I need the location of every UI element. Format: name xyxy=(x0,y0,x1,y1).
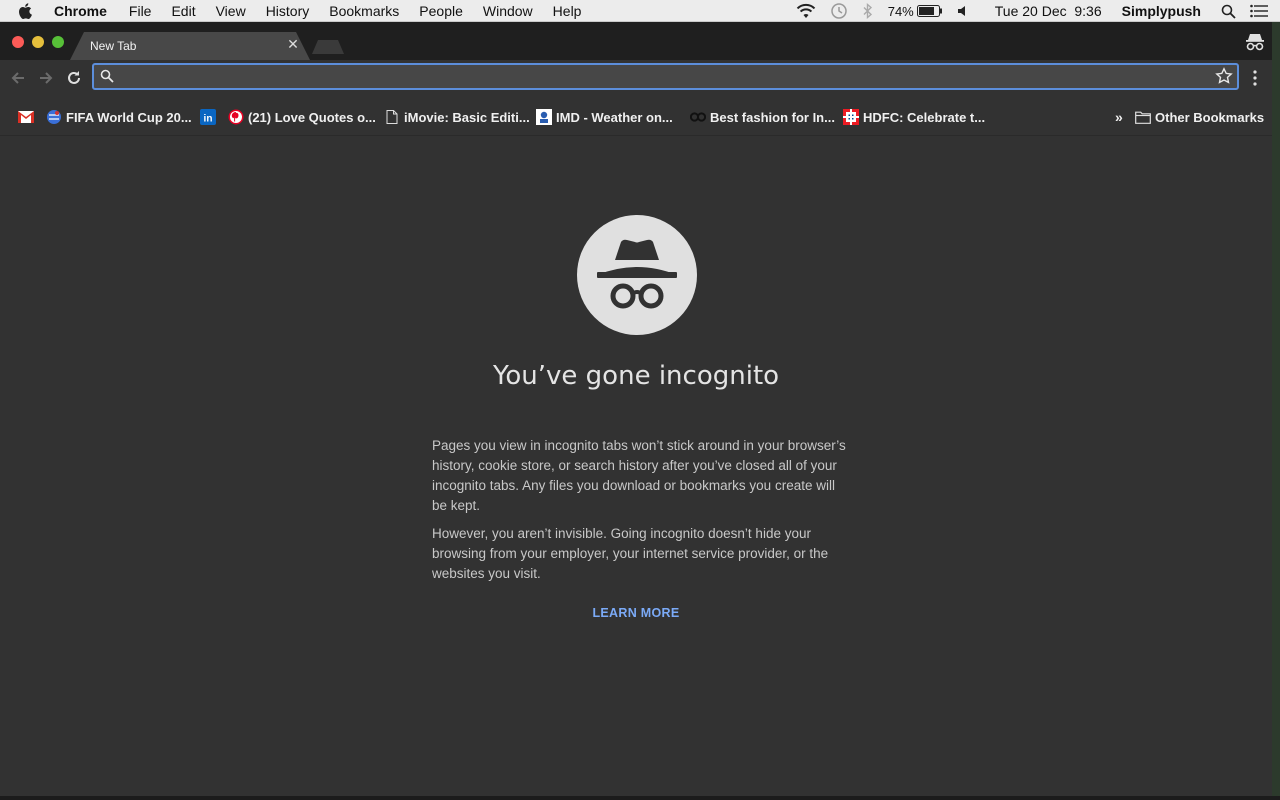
macos-menu-bar: Chrome File Edit View History Bookmarks … xyxy=(0,0,1280,22)
bookmark-pinterest[interactable]: (21) Love Quotes o... xyxy=(228,108,376,126)
omnibox-input[interactable] xyxy=(124,65,1204,88)
other-bookmarks-label: Other Bookmarks xyxy=(1155,109,1265,125)
bluetooth-icon[interactable] xyxy=(862,3,874,19)
svg-text:in: in xyxy=(204,114,213,125)
minimize-window-button[interactable] xyxy=(32,36,44,48)
incognito-warning: However, you aren’t invisible. Going inc… xyxy=(432,526,829,581)
chrome-menu-icon[interactable] xyxy=(1248,69,1262,87)
tab-new-tab[interactable]: New Tab ✕ xyxy=(70,32,310,60)
spotlight-icon[interactable] xyxy=(1221,4,1236,19)
gmail-icon xyxy=(18,109,34,125)
menu-window[interactable]: Window xyxy=(483,3,533,19)
time-machine-icon[interactable] xyxy=(830,2,848,20)
notification-center-icon[interactable] xyxy=(1250,4,1268,18)
menu-people[interactable]: People xyxy=(419,3,463,19)
back-arrow-icon xyxy=(11,72,24,84)
browser-window: New Tab ✕ FIFA World Cup 20... in (21) L… xyxy=(0,22,1272,796)
folder-icon xyxy=(1135,109,1151,125)
omnibox[interactable] xyxy=(92,63,1239,90)
wifi-icon[interactable] xyxy=(796,3,816,19)
tab-title: New Tab xyxy=(90,39,137,53)
bookmark-label: IMD - Weather on... xyxy=(556,109,673,125)
close-tab-icon[interactable]: ✕ xyxy=(285,36,301,52)
bookmark-imovie[interactable]: iMovie: Basic Editi... xyxy=(384,108,530,126)
bookmarks-bar: FIFA World Cup 20... in (21) Love Quotes… xyxy=(0,96,1272,136)
menu-history[interactable]: History xyxy=(266,3,310,19)
volume-icon[interactable] xyxy=(957,4,971,18)
incognito-icon xyxy=(577,215,697,335)
forward-button[interactable] xyxy=(36,68,56,88)
bookmark-label: iMovie: Basic Editi... xyxy=(404,109,530,125)
page-title: You’ve gone incognito xyxy=(492,361,780,391)
hdfc-icon xyxy=(843,109,859,125)
menu-help[interactable]: Help xyxy=(553,3,582,19)
zoom-window-button[interactable] xyxy=(52,36,64,48)
tab-strip: New Tab ✕ xyxy=(0,22,1272,60)
bookmark-linkedin[interactable]: in xyxy=(200,108,220,126)
apple-icon[interactable] xyxy=(18,2,38,19)
menu-app-name[interactable]: Chrome xyxy=(54,3,107,19)
bookmark-label: FIFA World Cup 20... xyxy=(66,109,192,125)
bookmark-gmail[interactable] xyxy=(18,108,38,126)
fifa-icon xyxy=(46,109,62,125)
learn-more-link[interactable]: LEARN MORE xyxy=(0,606,1272,620)
forward-arrow-icon xyxy=(40,72,53,84)
new-tab-button[interactable] xyxy=(312,40,344,54)
bookmark-star-icon[interactable] xyxy=(1215,67,1233,85)
search-icon xyxy=(100,69,114,83)
linkedin-icon: in xyxy=(200,109,216,125)
menubar-clock[interactable]: Tue 20 Dec 9:36 xyxy=(995,3,1102,19)
imd-icon xyxy=(536,109,552,125)
battery-icon xyxy=(916,5,942,17)
battery-percent: 74% xyxy=(887,3,914,19)
menu-file[interactable]: File xyxy=(129,3,152,19)
fashion-icon xyxy=(690,109,706,125)
close-window-button[interactable] xyxy=(12,36,24,48)
bookmark-fashion[interactable]: Best fashion for In... xyxy=(690,108,835,126)
menu-view[interactable]: View xyxy=(216,3,246,19)
menu-bookmarks[interactable]: Bookmarks xyxy=(329,3,399,19)
bookmarks-overflow-button[interactable]: » xyxy=(1115,108,1123,126)
bookmark-fifa[interactable]: FIFA World Cup 20... xyxy=(46,108,192,126)
battery-status[interactable]: 74% xyxy=(888,4,943,19)
bookmark-label: HDFC: Celebrate t... xyxy=(863,109,986,125)
bookmark-hdfc[interactable]: HDFC: Celebrate t... xyxy=(843,108,985,126)
page-icon xyxy=(384,109,400,125)
browser-toolbar xyxy=(0,60,1272,96)
incognito-page: You’ve gone incognito Pages you view in … xyxy=(0,136,1272,796)
menubar-status-area: 74% Tue 20 Dec 9:36 Simplypush xyxy=(782,0,1280,22)
desktop-bottom-edge xyxy=(0,796,1280,800)
chevron-double-right-icon: » xyxy=(1115,109,1123,125)
reload-icon xyxy=(68,71,80,84)
incognito-badge-icon xyxy=(1246,34,1264,51)
bookmark-label: Best fashion for In... xyxy=(710,109,835,125)
reload-button[interactable] xyxy=(64,68,84,88)
pinterest-icon xyxy=(228,109,244,125)
bookmark-imd[interactable]: IMD - Weather on... xyxy=(536,108,673,126)
menu-edit[interactable]: Edit xyxy=(171,3,195,19)
fast-user-switch[interactable]: Simplypush xyxy=(1122,3,1201,19)
bookmark-other-folder[interactable]: Other Bookmarks xyxy=(1135,108,1264,126)
bookmark-label: (21) Love Quotes o... xyxy=(248,109,376,125)
back-button[interactable] xyxy=(8,68,28,88)
incognito-description: Pages you view in incognito tabs won’t s… xyxy=(432,438,846,513)
desktop-edge xyxy=(1272,22,1280,800)
